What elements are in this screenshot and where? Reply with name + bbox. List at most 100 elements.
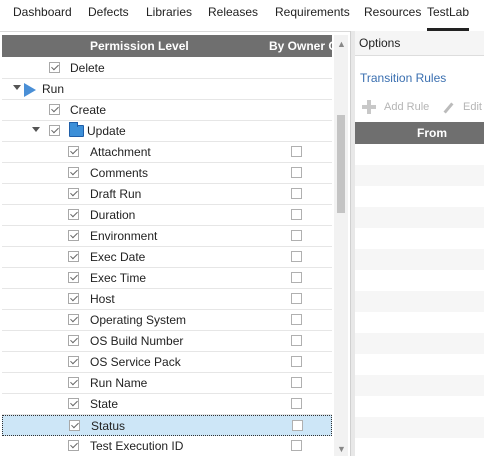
rule-row <box>355 417 484 438</box>
permission-checkbox[interactable] <box>49 125 60 136</box>
permission-label: OS Service Pack <box>90 355 181 369</box>
vertical-scrollbar[interactable]: ▲ ▼ <box>334 35 348 456</box>
permission-label: Exec Date <box>90 250 146 264</box>
permission-row[interactable]: State <box>2 394 332 415</box>
rule-row <box>355 144 484 165</box>
permission-checkbox[interactable] <box>69 420 80 431</box>
permission-grid-panel: Permission Level By Owner O Delete Run Cre… <box>0 35 350 456</box>
permission-row[interactable]: Comments <box>2 163 332 184</box>
by-owner-checkbox[interactable] <box>291 293 302 304</box>
scrollbar-thumb[interactable] <box>337 115 345 213</box>
by-owner-checkbox[interactable] <box>291 188 302 199</box>
tab-testlab[interactable]: TestLab <box>427 0 470 31</box>
permission-level-header[interactable]: Permission Level <box>90 39 189 53</box>
permission-row[interactable]: Update <box>2 121 332 142</box>
rule-row <box>355 291 484 312</box>
rule-row <box>355 186 484 207</box>
by-owner-checkbox[interactable] <box>291 167 302 178</box>
by-owner-checkbox[interactable] <box>291 272 302 283</box>
permission-row[interactable]: OS Service Pack <box>2 352 332 373</box>
permission-label: Delete <box>70 61 105 75</box>
permission-row[interactable]: Draft Run <box>2 184 332 205</box>
permission-checkbox[interactable] <box>68 230 79 241</box>
by-owner-checkbox[interactable] <box>291 146 302 157</box>
tab-libraries[interactable]: Libraries <box>146 0 192 31</box>
add-rule-button[interactable]: Add Rule <box>384 101 429 113</box>
tab-dashboard[interactable]: Dashboard <box>13 0 72 31</box>
permission-row[interactable]: Duration <box>2 205 332 226</box>
permission-checkbox[interactable] <box>68 146 79 157</box>
by-owner-header[interactable]: By Owner O <box>269 39 332 53</box>
permission-checkbox[interactable] <box>49 104 60 115</box>
transition-rules-link[interactable]: Transition Rules <box>360 71 446 85</box>
add-rule-icon[interactable] <box>362 100 376 114</box>
from-header-label: From <box>417 126 447 140</box>
scroll-up-icon[interactable]: ▲ <box>337 39 346 49</box>
tab-releases[interactable]: Releases <box>208 0 258 31</box>
tab-defects[interactable]: Defects <box>88 0 129 31</box>
rule-row <box>355 312 484 333</box>
options-panel: Options Transition Rules Add Rule Edit F… <box>355 31 484 456</box>
permission-row[interactable]: Run <box>2 79 332 100</box>
permission-label: Duration <box>90 208 136 222</box>
run-icon <box>24 83 36 97</box>
permission-row[interactable]: Host <box>2 289 332 310</box>
permission-label: Operating System <box>90 313 187 327</box>
folder-icon <box>69 122 84 137</box>
rule-row <box>355 228 484 249</box>
rule-row <box>355 207 484 228</box>
rule-row <box>355 333 484 354</box>
permission-checkbox[interactable] <box>68 209 79 220</box>
by-owner-checkbox[interactable] <box>291 209 302 220</box>
collapse-icon[interactable] <box>13 85 21 90</box>
by-owner-checkbox[interactable] <box>292 420 303 431</box>
permission-row[interactable]: Exec Date <box>2 247 332 268</box>
by-owner-checkbox[interactable] <box>291 356 302 367</box>
collapse-icon[interactable] <box>32 127 40 132</box>
permission-row[interactable]: Delete <box>2 58 332 79</box>
permission-checkbox[interactable] <box>68 272 79 283</box>
scroll-down-icon[interactable]: ▼ <box>337 444 346 454</box>
by-owner-checkbox[interactable] <box>291 230 302 241</box>
permission-row[interactable]: Test Execution ID <box>2 436 332 456</box>
rule-row <box>355 375 484 396</box>
permission-checkbox[interactable] <box>68 188 79 199</box>
permission-checkbox[interactable] <box>68 398 79 409</box>
by-owner-checkbox[interactable] <box>291 314 302 325</box>
tab-requirements[interactable]: Requirements <box>275 0 350 31</box>
by-owner-checkbox[interactable] <box>291 398 302 409</box>
permission-checkbox[interactable] <box>68 377 79 388</box>
grid-body: Delete Run Create Update Attachment Comments D… <box>2 57 332 456</box>
permission-row[interactable]: Environment <box>2 226 332 247</box>
permission-label: Host <box>90 292 115 306</box>
rule-row <box>355 354 484 375</box>
by-owner-checkbox[interactable] <box>291 377 302 388</box>
permission-checkbox[interactable] <box>49 62 60 73</box>
by-owner-checkbox[interactable] <box>291 335 302 346</box>
permission-label: Comments <box>90 166 149 180</box>
by-owner-checkbox[interactable] <box>291 251 302 262</box>
permission-row[interactable]: Status <box>2 415 332 436</box>
permission-row[interactable]: OS Build Number <box>2 331 332 352</box>
permission-checkbox[interactable] <box>68 356 79 367</box>
rule-row <box>355 438 484 456</box>
permission-checkbox[interactable] <box>68 167 79 178</box>
permission-row[interactable]: Run Name <box>2 373 332 394</box>
permission-row[interactable]: Operating System <box>2 310 332 331</box>
permission-checkbox[interactable] <box>68 440 79 451</box>
tab-resources[interactable]: Resources <box>364 0 421 31</box>
rule-row <box>355 249 484 270</box>
permission-row[interactable]: Attachment <box>2 142 332 163</box>
edit-icon[interactable] <box>443 102 454 114</box>
from-column-header[interactable]: From <box>355 122 484 144</box>
permission-row[interactable]: Exec Time <box>2 268 332 289</box>
permission-row[interactable]: Create <box>2 100 332 121</box>
options-header: Options <box>355 31 484 56</box>
edit-button[interactable]: Edit <box>463 101 482 113</box>
permission-checkbox[interactable] <box>68 293 79 304</box>
permission-label: Environment <box>90 229 158 243</box>
permission-checkbox[interactable] <box>68 335 79 346</box>
permission-checkbox[interactable] <box>68 314 79 325</box>
permission-checkbox[interactable] <box>68 251 79 262</box>
by-owner-checkbox[interactable] <box>291 440 302 451</box>
